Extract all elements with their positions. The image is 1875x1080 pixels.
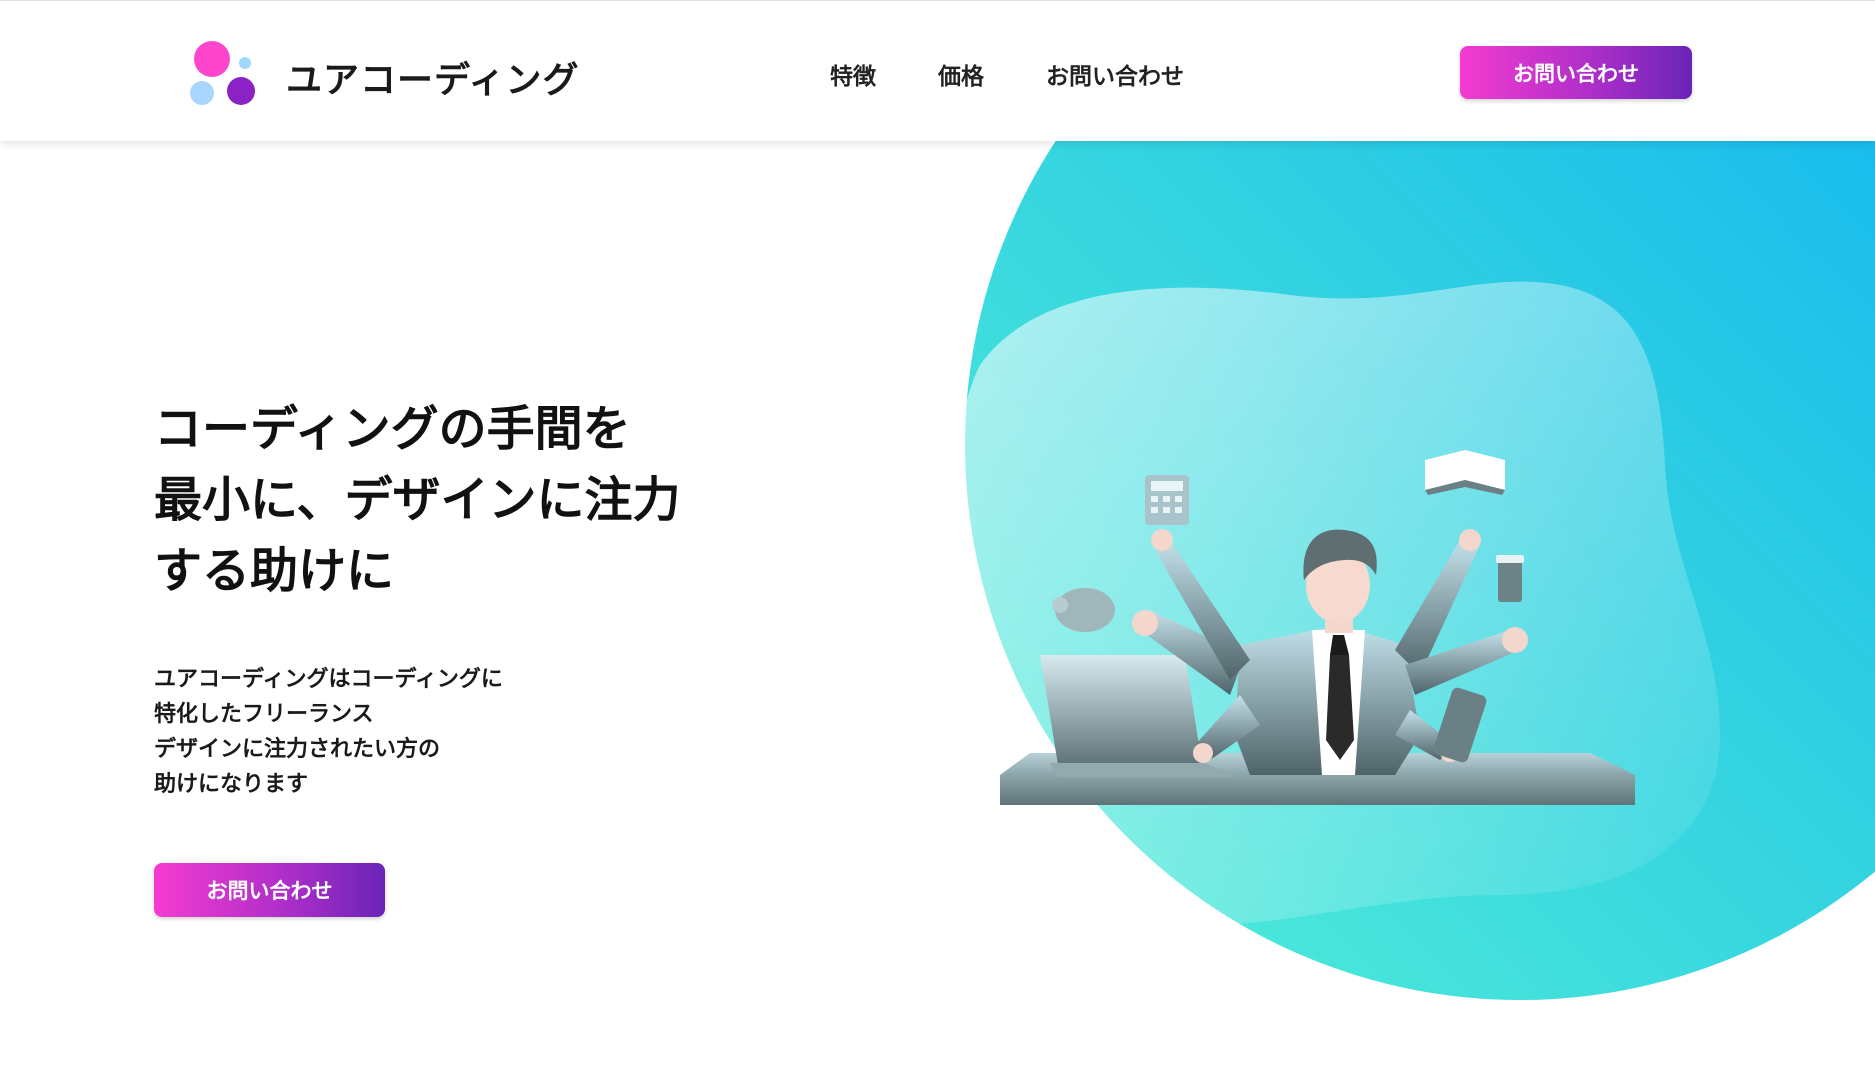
multitasking-businessman-illustration (948, 135, 1875, 1000)
landing-page: ユアコーディング 特徴 価格 お問い合わせ お問い合わせ コーディングの手間を … (0, 0, 1875, 1080)
brand-logo[interactable]: ユアコーディング (188, 37, 578, 109)
logo-dot-purple (227, 77, 255, 105)
hero-description: ユアコーディングはコーディングに 特化したフリーランス デザインに注力されたい方… (154, 662, 634, 802)
site-header: ユアコーディング 特徴 価格 お問い合わせ お問い合わせ (0, 0, 1875, 141)
nav-item-pricing[interactable]: 価格 (938, 57, 984, 91)
nav-item-features[interactable]: 特徴 (830, 57, 876, 91)
nav-item-contact[interactable]: お問い合わせ (1046, 57, 1184, 91)
logo-dot-pink (194, 41, 230, 77)
hero-title-line: コーディングの手間を (154, 401, 631, 458)
header-contact-button[interactable]: お問い合わせ (1460, 46, 1692, 99)
hero-description-line: 特化したフリーランス (154, 702, 374, 727)
logo-dot-blue-small (239, 57, 251, 69)
hero-description-line: デザインに注力されたい方の (154, 737, 441, 762)
logo-dot-blue (190, 81, 214, 105)
hero-title-line: 最小に、デザインに注力 (154, 472, 681, 529)
hero-contact-button[interactable]: お問い合わせ (154, 863, 385, 917)
hero-title-line: する助けに (154, 543, 395, 600)
main-nav: 特徴 価格 お問い合わせ (830, 57, 1184, 91)
brand-name: ユアコーディング (286, 60, 580, 101)
four-dots-logo-icon (188, 37, 258, 107)
hero-title: コーディングの手間を 最小に、デザインに注力 する助けに (154, 394, 774, 607)
hero-description-line: ユアコーディングはコーディングに (154, 667, 503, 692)
hero-description-line: 助けになります (154, 772, 309, 797)
